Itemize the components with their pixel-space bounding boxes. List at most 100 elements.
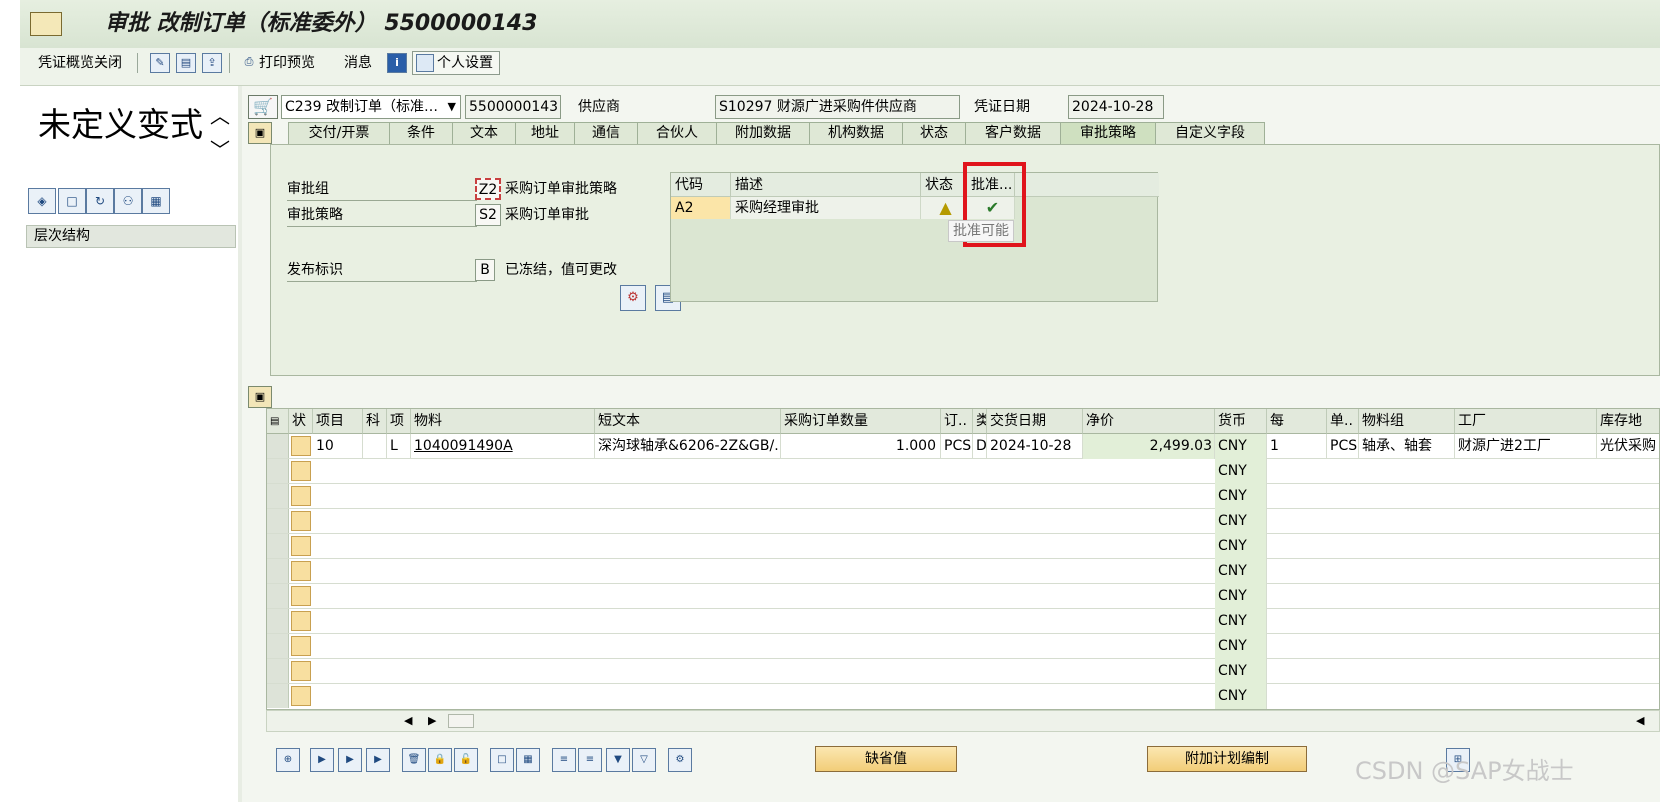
print-preview-button[interactable]: 打印预览	[259, 53, 315, 73]
cell-order-unit[interactable]: PCS	[941, 434, 973, 459]
col-item-category[interactable]: 项	[387, 409, 411, 434]
tab-status[interactable]: 状态	[902, 122, 966, 145]
cell-net-price[interactable]: 2,499.03	[1083, 434, 1215, 459]
table-row[interactable]: 10 L 1040091490A 深沟球轴承&6206-2Z&GB/… 1.00…	[267, 434, 1659, 459]
col-po-quantity[interactable]: 采购订单数量	[781, 409, 941, 434]
other-document-icon[interactable]: ▤	[176, 53, 196, 73]
cell-currency[interactable]: CNY	[1215, 534, 1267, 559]
print-preview-icon[interactable]: ⎙	[239, 53, 259, 73]
chevron-down-icon[interactable]: ﹀	[210, 140, 230, 160]
table-row[interactable]: CNY	[267, 684, 1659, 709]
col-per[interactable]: 每	[1267, 409, 1327, 434]
overview-close-button[interactable]: 凭证概览关闭	[38, 53, 122, 73]
release-group-code[interactable]: Z2	[475, 178, 501, 200]
scroll-left-icon[interactable]: ◀	[404, 711, 412, 731]
row-selector[interactable]	[267, 584, 289, 608]
cell-currency[interactable]: CNY	[1215, 484, 1267, 509]
row-selector[interactable]	[267, 609, 289, 633]
messages-button[interactable]: 消息	[344, 53, 372, 73]
copy-item-all-icon[interactable]: ▶	[338, 748, 362, 772]
tab-communication[interactable]: 通信	[574, 122, 638, 145]
lock-icon[interactable]: 🔒	[428, 748, 452, 772]
table-row[interactable]: CNY	[267, 484, 1659, 509]
row-selector[interactable]	[267, 509, 289, 533]
chevron-up-icon[interactable]: ︿	[210, 106, 230, 126]
table-row[interactable]: CNY	[267, 509, 1659, 534]
table-row[interactable]: CNY	[267, 459, 1659, 484]
col-status[interactable]: 状	[289, 409, 313, 434]
filter-icon[interactable]: ▼	[606, 748, 630, 772]
refresh-icon[interactable]: ↻	[86, 188, 114, 214]
cell-acct-assignment[interactable]	[363, 434, 387, 459]
tab-release-strategy[interactable]: 审批策略	[1060, 122, 1156, 145]
table-row[interactable]: CNY	[267, 659, 1659, 684]
cell-material[interactable]: 1040091490A	[411, 434, 595, 459]
cell-currency[interactable]: CNY	[1215, 634, 1267, 659]
cell-short-text[interactable]: 深沟球轴承&6206-2Z&GB/…	[595, 434, 781, 459]
cell-currency[interactable]: CNY	[1215, 459, 1267, 484]
tab-conditions[interactable]: 条件	[389, 122, 453, 145]
table-row[interactable]: CNY	[267, 634, 1659, 659]
cell-price-unit[interactable]: PCS	[1327, 434, 1359, 459]
col-short-text[interactable]: 短文本	[595, 409, 781, 434]
document-type-dropdown[interactable]: C239 改制订单（标准… ▼	[281, 95, 461, 119]
row-selector[interactable]	[267, 534, 289, 558]
additional-planning-button[interactable]: 附加计划编制	[1147, 746, 1307, 772]
copy-item-icon[interactable]: ▶	[310, 748, 334, 772]
tab-additional-data[interactable]: 附加数据	[716, 122, 810, 145]
table-row[interactable]: CNY	[267, 534, 1659, 559]
table-row[interactable]: CNY	[267, 584, 1659, 609]
scroll-left-icon[interactable]: ◀	[1636, 711, 1644, 731]
release-strategy-code[interactable]: S2	[475, 204, 501, 226]
filter-disabled-icon[interactable]: ▽	[632, 748, 656, 772]
cell-currency[interactable]: CNY	[1215, 659, 1267, 684]
cell-material-group[interactable]: 轴承、轴套	[1359, 434, 1455, 459]
row-selector[interactable]	[267, 659, 289, 683]
col-item[interactable]: 项目	[313, 409, 363, 434]
unlock-icon[interactable]: 🔓	[454, 748, 478, 772]
tab-address[interactable]: 地址	[515, 122, 575, 145]
info-icon[interactable]: i	[387, 53, 407, 73]
cell-delivery-date[interactable]: 2024-10-28	[987, 434, 1083, 459]
col-material[interactable]: 物料	[411, 409, 595, 434]
col-storage-location[interactable]: 库存地	[1597, 409, 1659, 434]
item-details-icon[interactable]: ⊕	[276, 748, 300, 772]
col-material-group[interactable]: 物料组	[1359, 409, 1455, 434]
grid-cell-code[interactable]: A2	[671, 197, 731, 219]
col-order-unit[interactable]: 订..	[941, 409, 973, 434]
find-icon[interactable]: ⚇	[114, 188, 142, 214]
cell-date-type[interactable]: D	[973, 434, 987, 459]
cell-per[interactable]: 1	[1267, 434, 1327, 459]
display-change-icon[interactable]: ✎	[150, 53, 170, 73]
scroll-right-icon[interactable]: ▶	[428, 711, 436, 731]
tab-custom-fields[interactable]: 自定义字段	[1155, 122, 1265, 145]
document-date-field[interactable]: 2024-10-28	[1068, 95, 1164, 119]
cell-currency[interactable]: CNY	[1215, 434, 1267, 459]
row-selector[interactable]	[267, 434, 289, 458]
scroll-thumb[interactable]	[448, 714, 474, 728]
copy-disabled-icon[interactable]: ▶	[366, 748, 390, 772]
sort-descending-icon[interactable]: ≡	[578, 748, 602, 772]
tab-delivery-invoice[interactable]: 交付/开票	[288, 122, 390, 145]
col-date-type[interactable]: 类	[973, 409, 987, 434]
personal-settings-button[interactable]: 个人设置	[412, 51, 500, 75]
tab-partners[interactable]: 合伙人	[637, 122, 717, 145]
col-delivery-date[interactable]: 交货日期	[987, 409, 1083, 434]
settings-icon[interactable]: ⚙	[668, 748, 692, 772]
cell-currency[interactable]: CNY	[1215, 584, 1267, 609]
table-row[interactable]: CNY	[267, 609, 1659, 634]
select-block-icon[interactable]: □	[490, 748, 514, 772]
row-selector[interactable]	[267, 459, 289, 483]
row-selector[interactable]	[267, 684, 289, 708]
cart-icon[interactable]: 🛒	[248, 95, 278, 119]
cell-storage-location[interactable]: 光伏采购	[1597, 434, 1659, 459]
layout-icon[interactable]: ▦	[142, 188, 170, 214]
vendor-field[interactable]: S10297 财源广进采购件供应商	[715, 95, 960, 119]
cell-item[interactable]: 10	[313, 434, 363, 459]
tab-texts[interactable]: 文本	[452, 122, 516, 145]
col-currency[interactable]: 货币	[1215, 409, 1267, 434]
create-icon[interactable]: □	[58, 188, 86, 214]
col-acct-assignment[interactable]: 科	[363, 409, 387, 434]
col-plant[interactable]: 工厂	[1455, 409, 1597, 434]
cell-po-quantity[interactable]: 1.000	[781, 434, 941, 459]
